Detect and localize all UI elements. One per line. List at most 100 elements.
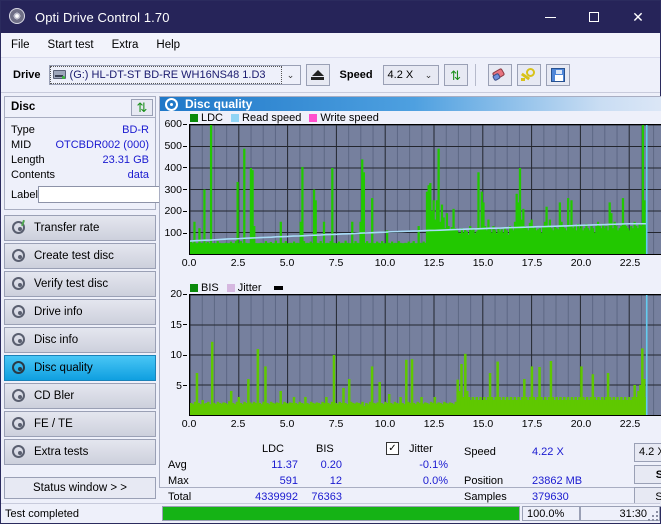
sidebar-item-disc-info[interactable]: Disc info — [4, 327, 156, 353]
y-tick-label: 100 — [164, 227, 187, 239]
minimize-button[interactable] — [528, 1, 572, 33]
toolbar-divider — [475, 64, 476, 86]
x-tick-label: 10.0 — [375, 257, 395, 269]
disc-row-contents-value: data — [128, 169, 149, 181]
y-tick-label: 200 — [164, 205, 187, 217]
ldc-x-axis: 0.02.55.07.510.012.515.017.520.022.525.0… — [162, 257, 661, 271]
bis-plot-svg — [190, 295, 661, 415]
speed-label: Speed — [340, 69, 373, 81]
chevron-down-icon[interactable]: ⌄ — [282, 70, 300, 81]
maximize-button[interactable] — [572, 1, 616, 33]
extra-tests-icon — [11, 445, 27, 459]
disc-row-length-value: 23.31 GB — [103, 154, 149, 166]
x-tick-label: 15.0 — [473, 418, 493, 430]
sidebar-item-transfer-rate[interactable]: Transfer rate — [4, 215, 156, 241]
test-buttons: 4.2 X ⌄ Start full Start part — [634, 441, 661, 507]
sidebar-item-cd-bler[interactable]: CD Bler — [4, 383, 156, 409]
menu-extra[interactable]: Extra — [112, 39, 139, 51]
stats-header-bis: BIS — [316, 443, 334, 455]
ldc-chart-legend: LDC Read speed Write speed — [162, 111, 661, 124]
x-tick-label: 22.5 — [620, 418, 640, 430]
save-button[interactable] — [546, 64, 570, 86]
x-tick-label: 2.5 — [231, 257, 246, 269]
refresh-button[interactable]: ⇅ — [444, 64, 468, 86]
x-tick-label: 5.0 — [280, 257, 295, 269]
x-tick-label: 10.0 — [375, 418, 395, 430]
stats-row-total-key: Total — [168, 491, 191, 503]
sidebar-item-create-test-disc[interactable]: Create test disc — [4, 243, 156, 269]
main-body: Disc ⇅ Type BD-R MID OTCBDR002 (000) — [1, 93, 660, 488]
disc-panel-title: Disc — [11, 101, 35, 113]
key-button[interactable] — [517, 64, 541, 86]
y-tick-label: 600 — [164, 118, 187, 130]
stats-header-ldc: LDC — [262, 443, 284, 455]
sidebar-item-label: Verify test disc — [34, 278, 108, 290]
eject-button[interactable] — [306, 64, 330, 86]
jitter-checkbox[interactable]: ✓ — [386, 442, 399, 455]
sidebar-item-label: Drive info — [34, 306, 83, 318]
sidebar-item-fe-te[interactable]: FE / TE — [4, 411, 156, 437]
x-tick-label: 7.5 — [329, 418, 344, 430]
menu-start-test[interactable]: Start test — [48, 39, 94, 51]
menu-help[interactable]: Help — [156, 39, 180, 51]
verify-test-disc-icon — [11, 277, 27, 291]
disc-row-contents: Contents data — [11, 167, 149, 182]
disc-row-mid-key: MID — [11, 139, 31, 151]
speed-select[interactable]: 4.2 X ⌄ — [383, 65, 439, 85]
position-stat-label: Position — [464, 475, 503, 487]
legend-label: Read speed — [242, 112, 301, 124]
drive-select[interactable]: (G:) HL-DT-ST BD-RE WH16NS48 1.D3 ⌄ — [49, 65, 301, 85]
page-title: Disc quality — [185, 97, 252, 111]
toolbar: Drive (G:) HL-DT-ST BD-RE WH16NS48 1.D3 … — [1, 58, 660, 93]
x-tick-label: 7.5 — [329, 257, 344, 269]
key-icon — [521, 68, 537, 82]
stats-avg-ldc: 11.37 — [252, 459, 298, 471]
bis-plot-wrap: 2015105 10%8%6%4%2% 0.02.55.07.510.012.5… — [162, 294, 661, 436]
stats-max-jitter: 0.0% — [400, 475, 448, 487]
sidebar-item-drive-info[interactable]: Drive info — [4, 299, 156, 325]
status-window-button[interactable]: Status window > > — [4, 477, 156, 499]
sidebar-item-label: Transfer rate — [34, 222, 99, 234]
erase-button[interactable] — [488, 64, 512, 86]
start-full-button[interactable]: Start full — [634, 465, 661, 485]
close-button[interactable]: ✕ — [616, 1, 660, 33]
sidebar-item-disc-quality[interactable]: Disc quality — [4, 355, 156, 381]
eraser-icon — [492, 69, 508, 82]
test-speed-select[interactable]: 4.2 X ⌄ — [634, 443, 661, 462]
menu-file[interactable]: File — [11, 39, 30, 51]
app-disc-icon — [9, 8, 27, 26]
disc-quality-panel: Disc quality LDC Read speed — [159, 96, 661, 488]
legend-read-speed: Read speed — [231, 112, 301, 124]
disc-refresh-button[interactable]: ⇅ — [131, 99, 153, 116]
x-tick-label: 20.0 — [571, 418, 591, 430]
sidebar-item-label: Extra tests — [34, 446, 88, 458]
sidebar-item-verify-test-disc[interactable]: Verify test disc — [4, 271, 156, 297]
jitter-label: Jitter — [409, 443, 433, 455]
chevron-down-icon[interactable]: ⌄ — [420, 70, 438, 81]
resize-grip[interactable] — [648, 511, 658, 521]
x-tick-label: 5.0 — [280, 418, 295, 430]
sidebar-item-label: CD Bler — [34, 390, 74, 402]
x-tick-label: 17.5 — [522, 257, 542, 269]
stats-avg-jitter: -0.1% — [400, 459, 448, 471]
floppy-save-icon — [551, 68, 565, 82]
test-speed-value: 4.2 X — [639, 446, 661, 458]
disc-row-type-key: Type — [11, 124, 35, 136]
disc-quality-header: Disc quality — [160, 97, 661, 111]
bis-chart: BIS Jitter 2015105 10%8%6%4%2% — [162, 281, 661, 439]
disc-row-length-key: Length — [11, 154, 45, 166]
drive-label: Drive — [13, 69, 41, 81]
x-tick-label: 2.5 — [231, 418, 246, 430]
bis-y-axis: 2015105 — [162, 294, 189, 416]
sidebar-item-label: Create test disc — [34, 250, 114, 262]
create-test-disc-icon — [11, 249, 27, 263]
y-tick-label: 500 — [164, 140, 187, 152]
sidebar-item-extra-tests[interactable]: Extra tests — [4, 439, 156, 465]
samples-stat-label: Samples — [464, 491, 507, 503]
x-tick-label: 17.5 — [522, 418, 542, 430]
position-stat-value: 23862 MB — [532, 475, 582, 487]
main-content: Disc quality LDC Read speed — [159, 93, 661, 488]
stats-max-ldc: 591 — [252, 475, 298, 487]
status-text: Test completed — [1, 508, 160, 520]
title-bar: Opti Drive Control 1.70 ✕ — [1, 1, 660, 33]
